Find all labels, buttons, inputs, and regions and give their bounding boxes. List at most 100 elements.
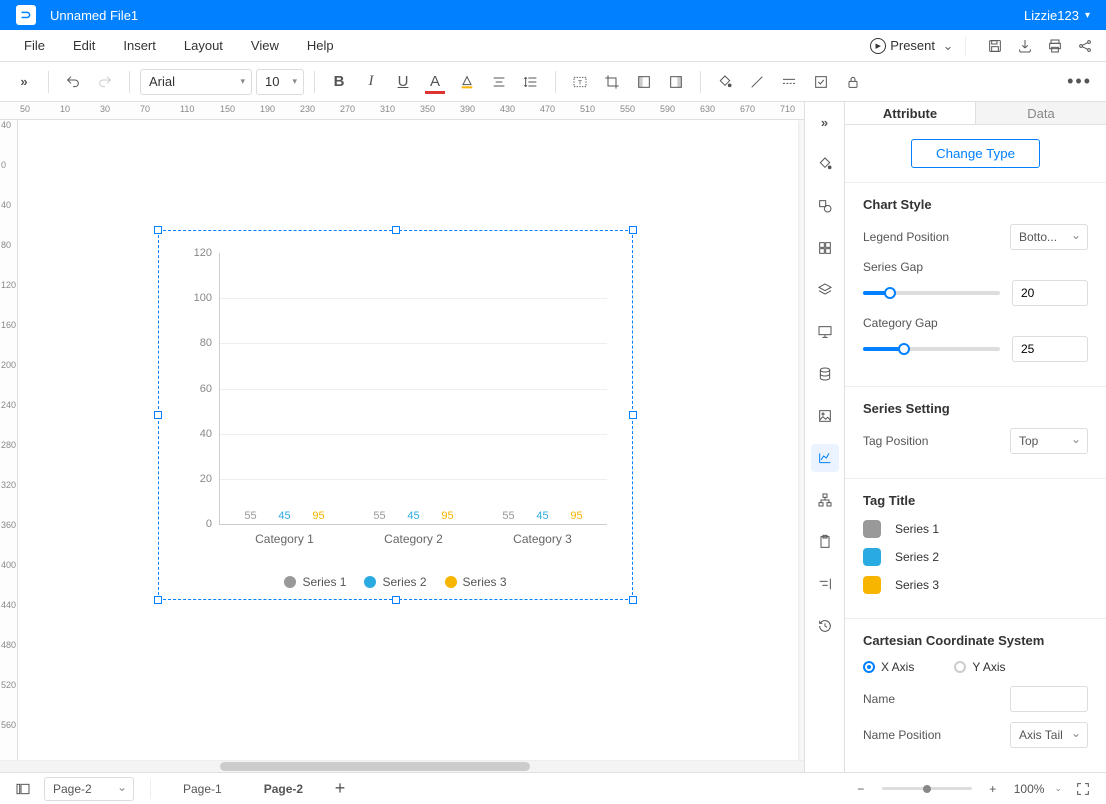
line-color-icon[interactable] bbox=[743, 68, 771, 96]
series3-swatch[interactable] bbox=[863, 576, 881, 594]
undo-icon[interactable] bbox=[59, 68, 87, 96]
add-page-icon[interactable]: + bbox=[329, 778, 351, 800]
menu-edit[interactable]: Edit bbox=[59, 30, 109, 61]
axis-name-input[interactable] bbox=[1010, 686, 1088, 712]
tag-position-label: Tag Position bbox=[863, 434, 928, 448]
resize-handle-br[interactable] bbox=[629, 596, 637, 604]
series-gap-input[interactable] bbox=[1012, 280, 1088, 306]
user-menu[interactable]: Lizzie123 bbox=[1024, 8, 1090, 23]
fullscreen-icon[interactable] bbox=[1072, 778, 1094, 800]
ruler-horizontal[interactable]: 5010307011015019023027031035039043047051… bbox=[0, 102, 804, 120]
fill-color-icon[interactable] bbox=[711, 68, 739, 96]
app-logo[interactable]: ⊃ bbox=[16, 5, 36, 25]
more-tools-icon[interactable]: ••• bbox=[1067, 71, 1096, 92]
xaxis-radio[interactable]: X Axis bbox=[863, 660, 914, 674]
tab-data[interactable]: Data bbox=[975, 102, 1106, 125]
font-family-select[interactable]: Arial bbox=[140, 69, 252, 95]
canvas[interactable]: 020406080100120554595Category 1554595Cat… bbox=[18, 120, 804, 760]
properties-panel: Attribute Data Change Type Chart Style L… bbox=[844, 102, 1106, 772]
horizontal-scrollbar[interactable] bbox=[0, 760, 804, 772]
present-dropdown[interactable]: ⌄ bbox=[941, 38, 955, 54]
resize-handle-tm[interactable] bbox=[392, 226, 400, 234]
bold-icon[interactable]: B bbox=[325, 68, 353, 96]
page[interactable]: 020406080100120554595Category 1554595Cat… bbox=[18, 120, 798, 760]
present-button[interactable]: Present bbox=[864, 33, 941, 59]
series3-label: Series 3 bbox=[895, 578, 939, 592]
clipboard-icon[interactable] bbox=[811, 528, 839, 556]
menu-insert[interactable]: Insert bbox=[109, 30, 170, 61]
menu-view[interactable]: View bbox=[237, 30, 293, 61]
font-size-select[interactable]: 10 bbox=[256, 69, 304, 95]
category-gap-slider[interactable] bbox=[863, 347, 1000, 351]
tag-position-select[interactable]: Top bbox=[1010, 428, 1088, 454]
series-gap-slider[interactable] bbox=[863, 291, 1000, 295]
toolbar: » Arial 10 B I U A T ••• bbox=[0, 62, 1106, 102]
layers-icon[interactable] bbox=[811, 276, 839, 304]
menu-file[interactable]: File bbox=[10, 30, 59, 61]
hierarchy-icon[interactable] bbox=[811, 486, 839, 514]
zoom-value[interactable]: 100% bbox=[1014, 782, 1045, 796]
highlight-color-icon[interactable] bbox=[453, 68, 481, 96]
position-right-icon[interactable] bbox=[662, 68, 690, 96]
zoom-out-icon[interactable]: − bbox=[850, 778, 872, 800]
main-area: 5010307011015019023027031035039043047051… bbox=[0, 102, 1106, 772]
crop-icon[interactable] bbox=[598, 68, 626, 96]
expand-toolbar-icon[interactable]: » bbox=[10, 68, 38, 96]
tab-attribute[interactable]: Attribute bbox=[845, 102, 975, 125]
underline-icon[interactable]: U bbox=[389, 68, 417, 96]
checkbox-icon[interactable] bbox=[807, 68, 835, 96]
save-icon[interactable] bbox=[984, 35, 1006, 57]
chart-style-heading: Chart Style bbox=[863, 197, 1088, 212]
position-left-icon[interactable] bbox=[630, 68, 658, 96]
presentation-icon[interactable] bbox=[811, 318, 839, 346]
page-select[interactable]: Page-2 bbox=[44, 777, 134, 801]
category-gap-input[interactable] bbox=[1012, 336, 1088, 362]
history-icon[interactable] bbox=[811, 612, 839, 640]
shapes-icon[interactable] bbox=[811, 192, 839, 220]
legend-position-select[interactable]: Botto... bbox=[1010, 224, 1088, 250]
line-style-icon[interactable] bbox=[775, 68, 803, 96]
menu-help[interactable]: Help bbox=[293, 30, 348, 61]
menu-layout[interactable]: Layout bbox=[170, 30, 237, 61]
zoom-in-icon[interactable]: + bbox=[982, 778, 1004, 800]
chart-panel-icon[interactable] bbox=[811, 444, 839, 472]
category-gap-label: Category Gap bbox=[863, 316, 1088, 330]
resize-handle-bm[interactable] bbox=[392, 596, 400, 604]
grid-icon[interactable] bbox=[811, 234, 839, 262]
file-name[interactable]: Unnamed File1 bbox=[50, 8, 1024, 23]
share-icon[interactable] bbox=[1074, 35, 1096, 57]
resize-handle-tl[interactable] bbox=[154, 226, 162, 234]
resize-handle-tr[interactable] bbox=[629, 226, 637, 234]
outline-view-icon[interactable] bbox=[12, 778, 34, 800]
zoom-slider[interactable] bbox=[882, 787, 972, 790]
chart[interactable]: 020406080100120554595Category 1554595Cat… bbox=[169, 241, 622, 589]
collapse-panel-icon[interactable]: » bbox=[811, 108, 839, 136]
align-right-icon[interactable] bbox=[811, 570, 839, 598]
italic-icon[interactable]: I bbox=[357, 68, 385, 96]
change-type-button[interactable]: Change Type bbox=[911, 139, 1040, 168]
legend-position-label: Legend Position bbox=[863, 230, 949, 244]
align-icon[interactable] bbox=[485, 68, 513, 96]
scrollbar-thumb[interactable] bbox=[220, 762, 530, 771]
name-position-select[interactable]: Axis Tail bbox=[1010, 722, 1088, 748]
yaxis-radio[interactable]: Y Axis bbox=[954, 660, 1005, 674]
resize-handle-mr[interactable] bbox=[629, 411, 637, 419]
series1-swatch[interactable] bbox=[863, 520, 881, 538]
image-icon[interactable] bbox=[811, 402, 839, 430]
theme-icon[interactable] bbox=[811, 150, 839, 178]
redo-icon[interactable] bbox=[91, 68, 119, 96]
resize-handle-ml[interactable] bbox=[154, 411, 162, 419]
page-tab-1[interactable]: Page-1 bbox=[167, 773, 238, 804]
export-icon[interactable] bbox=[1014, 35, 1036, 57]
text-box-icon[interactable]: T bbox=[566, 68, 594, 96]
font-color-icon[interactable]: A bbox=[421, 68, 449, 96]
ruler-vertical[interactable]: 4004080120160200240280320360400440480520… bbox=[0, 120, 18, 760]
chart-selection[interactable]: 020406080100120554595Category 1554595Cat… bbox=[158, 230, 633, 600]
lock-icon[interactable] bbox=[839, 68, 867, 96]
line-spacing-icon[interactable] bbox=[517, 68, 545, 96]
database-icon[interactable] bbox=[811, 360, 839, 388]
resize-handle-bl[interactable] bbox=[154, 596, 162, 604]
page-tab-2[interactable]: Page-2 bbox=[248, 773, 319, 804]
print-icon[interactable] bbox=[1044, 35, 1066, 57]
series2-swatch[interactable] bbox=[863, 548, 881, 566]
